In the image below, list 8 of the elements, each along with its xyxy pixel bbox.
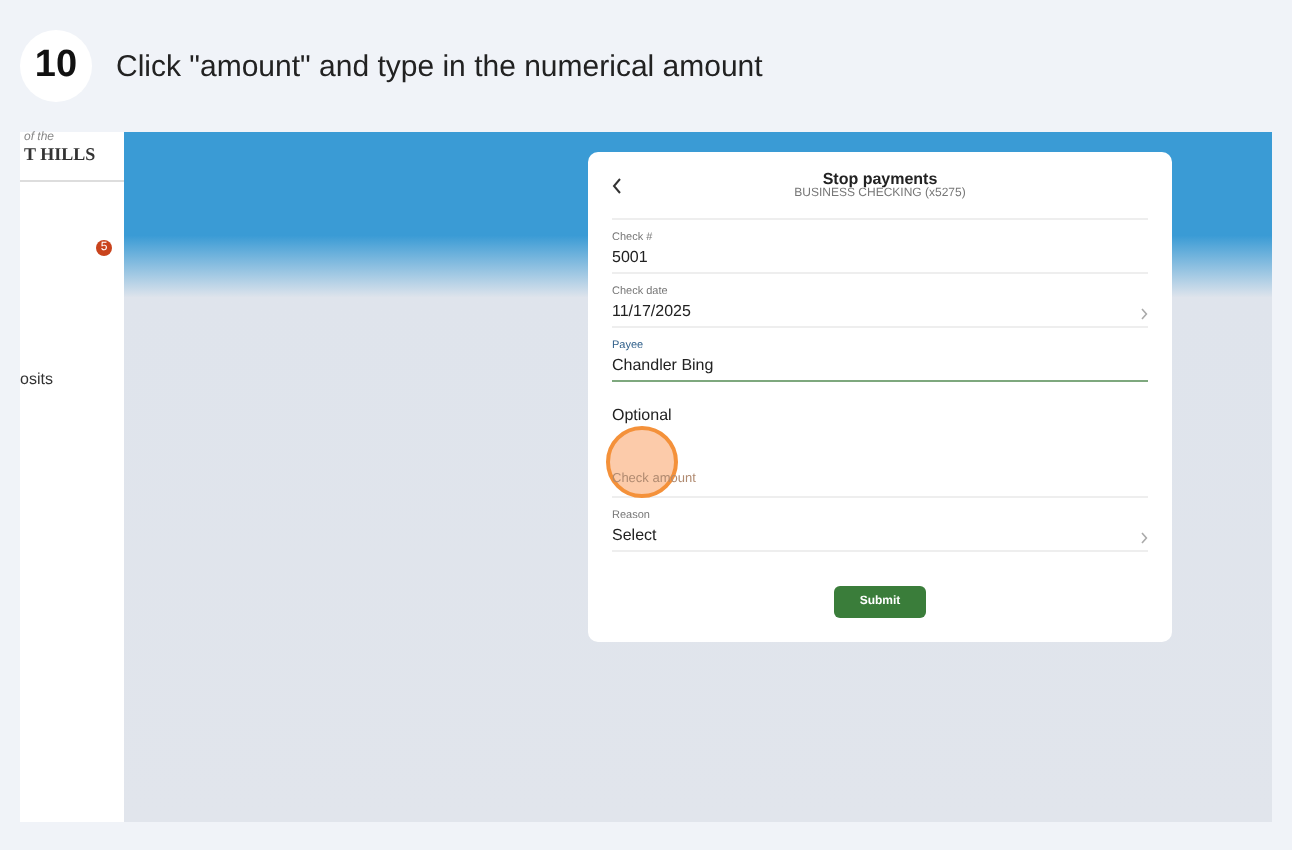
step-instruction: Click "amount" and type in the numerical amount [116, 49, 763, 83]
section-heading: Optional [612, 406, 674, 424]
chevron-icon [1140, 532, 1148, 544]
card-title: Stop payments [822, 170, 938, 188]
back-icon[interactable] [612, 177, 622, 193]
step-number: 10 [20, 30, 92, 102]
sidebar-item[interactable]: osits [20, 370, 124, 388]
chevron-icon [1140, 308, 1148, 320]
